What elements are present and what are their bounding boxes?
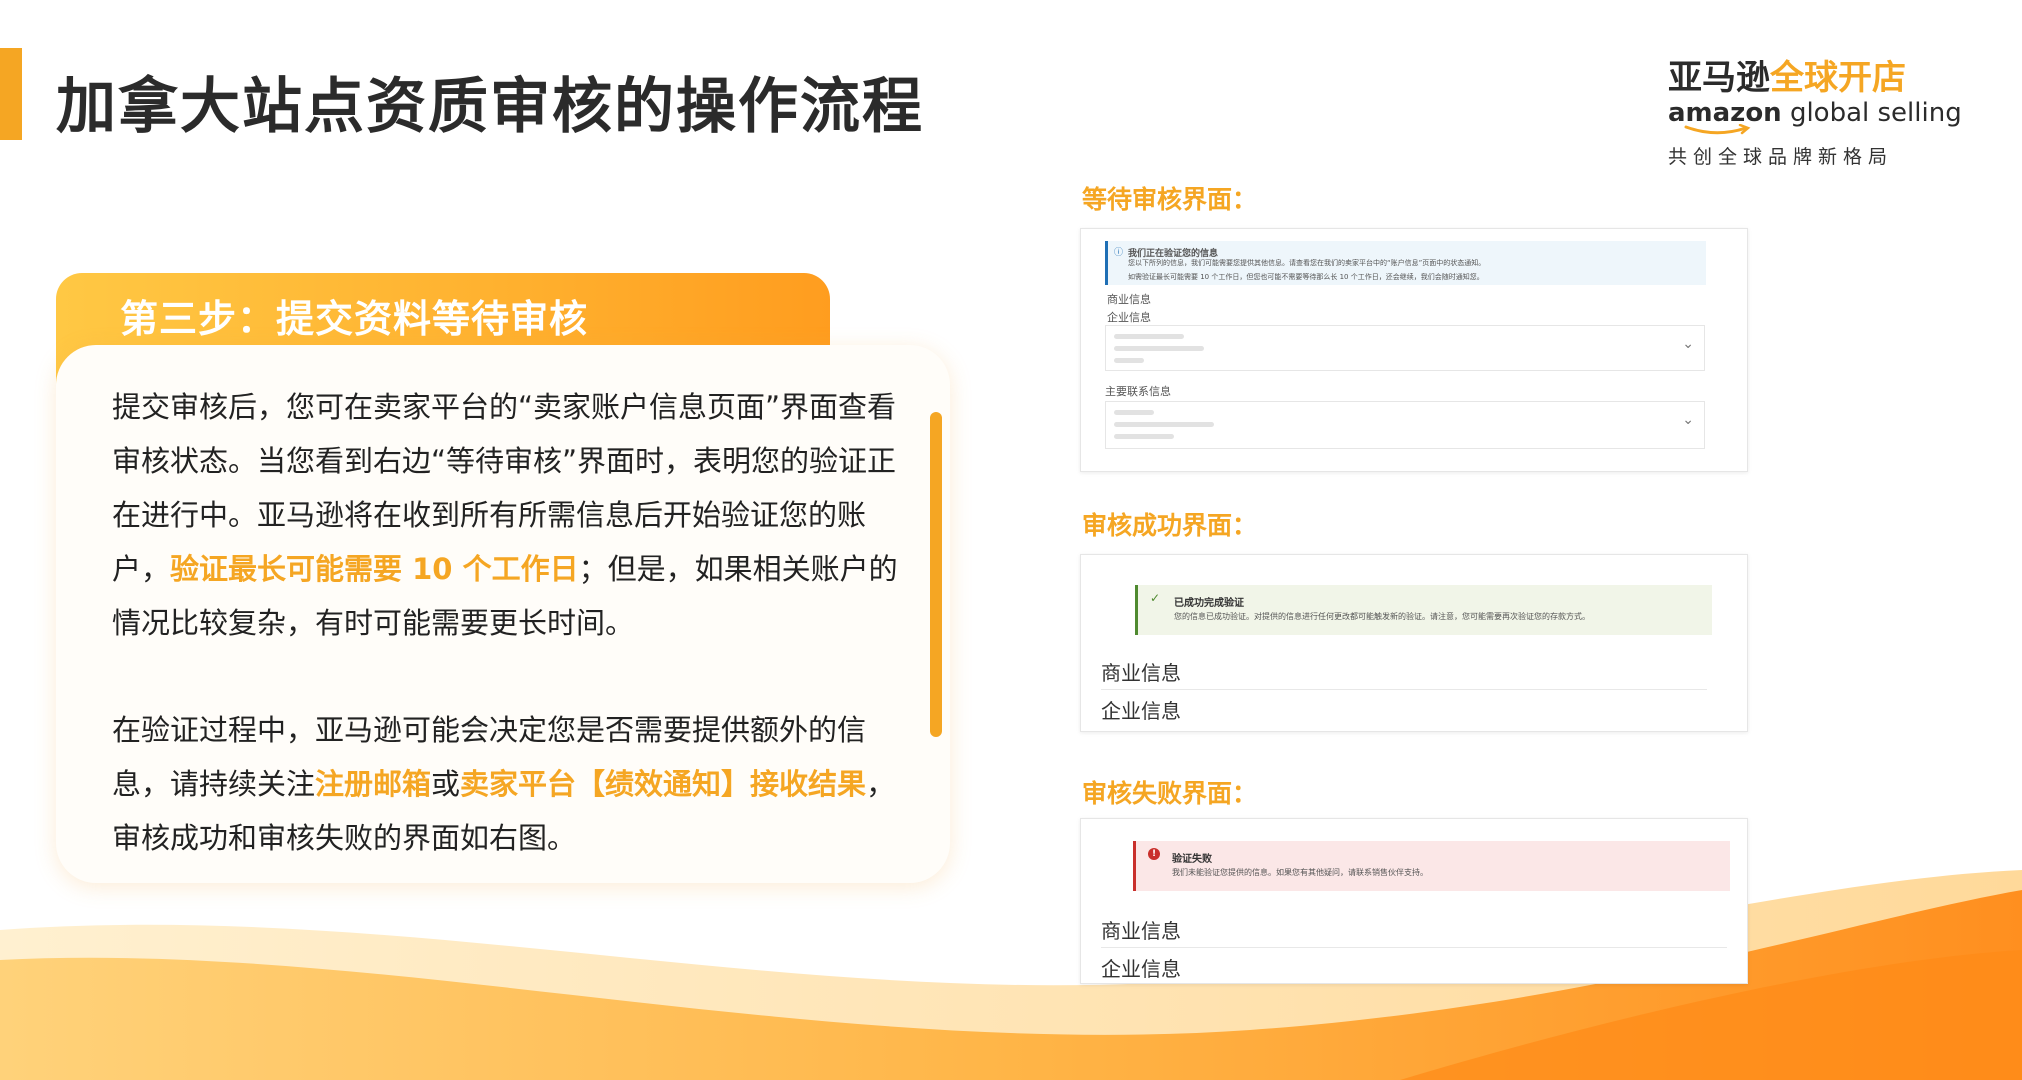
pending-contact-row[interactable]: ⌄ [1105, 401, 1705, 449]
logo-tagline: 共创全球品牌新格局 [1668, 146, 1894, 168]
title-accent-bar [0, 48, 22, 140]
success-notice-title: 已成功完成验证 [1174, 598, 1244, 609]
page-title: 加拿大站点资质审核的操作流程 [56, 72, 924, 142]
para2-highlight-email: 注册邮箱 [315, 767, 432, 801]
para1-highlight: 验证最长可能需要 10 个工作日 [170, 552, 579, 586]
success-section-company: 企业信息 [1101, 699, 1181, 723]
chevron-down-icon[interactable]: ⌄ [1682, 412, 1694, 428]
step-title: 第三步：提交资料等待审核 [120, 297, 589, 341]
pending-notice: ⓘ 我们正在验证您的信息 您以下所列的信息，我们可能需要您提供其他信息。请查看您… [1105, 241, 1706, 285]
failure-notice-title: 验证失败 [1172, 854, 1212, 865]
failure-section-company: 企业信息 [1101, 957, 1181, 981]
pending-section-business: 商业信息 [1107, 293, 1151, 306]
success-section-business: 商业信息 [1101, 661, 1181, 685]
pending-label: 等待审核界面： [1082, 185, 1258, 214]
failure-label: 审核失败界面： [1082, 779, 1258, 808]
success-notice-line1: 您的信息已成功验证。对提供的信息进行任何更改都可能触发新的验证。请注意，您可能需… [1174, 612, 1590, 621]
failure-screenshot: ! 验证失败 我们未能验证您提供的信息。如果您有其他疑问，请联系销售伙伴支持。 … [1080, 818, 1748, 984]
amazon-global-selling-logo: 亚马逊全球开店 amazon global selling 共创全球品牌新格局 [1668, 58, 1962, 169]
step-paragraph-2: 在验证过程中，亚马逊可能会决定您是否需要提供额外的信息，请持续关注注册邮箱或卖家… [112, 703, 912, 865]
failure-section-business: 商业信息 [1101, 919, 1181, 943]
para2-highlight-seller-central: 卖家平台【绩效通知】接收结果 [460, 767, 867, 801]
pending-notice-line2: 如需验证最长可能需要 10 个工作日，但您也可能不需要等待那么长 10 个工作日… [1128, 273, 1484, 281]
info-icon: ⓘ [1114, 248, 1124, 258]
failure-notice-line1: 我们未能验证您提供的信息。如果您有其他疑问，请联系销售伙伴支持。 [1172, 868, 1428, 877]
pending-screenshot: ⓘ 我们正在验证您的信息 您以下所列的信息，我们可能需要您提供其他信息。请查看您… [1080, 228, 1748, 472]
pending-company-row[interactable]: ⌄ [1105, 325, 1705, 371]
pending-section-company: 企业信息 [1107, 311, 1151, 324]
success-screenshot: ✓ 已成功完成验证 您的信息已成功验证。对提供的信息进行任何更改都可能触发新的验… [1080, 554, 1748, 732]
amazon-smile-icon [1684, 124, 1751, 135]
logo-cn-slogan: 全球开店 [1770, 58, 1906, 98]
card-scrollbar[interactable] [930, 412, 942, 737]
logo-en-suffix: global selling [1781, 98, 1962, 128]
success-label: 审核成功界面： [1082, 511, 1258, 540]
logo-cn-brand: 亚马逊 [1668, 58, 1770, 98]
error-icon: ! [1148, 848, 1160, 860]
check-icon: ✓ [1150, 591, 1161, 605]
chevron-down-icon[interactable]: ⌄ [1682, 336, 1694, 352]
pending-notice-line1: 您以下所列的信息，我们可能需要您提供其他信息。请查看您在我们的卖家平台中的“账户… [1128, 259, 1486, 267]
success-notice: ✓ 已成功完成验证 您的信息已成功验证。对提供的信息进行任何更改都可能触发新的验… [1135, 585, 1712, 635]
pending-section-contact: 主要联系信息 [1105, 385, 1171, 398]
para2-text-or: 或 [431, 767, 461, 801]
step-paragraph-1: 提交审核后，您可在卖家平台的“卖家账户信息页面”界面查看审核状态。当您看到右边“… [112, 380, 912, 650]
failure-notice: ! 验证失败 我们未能验证您提供的信息。如果您有其他疑问，请联系销售伙伴支持。 [1133, 841, 1730, 891]
